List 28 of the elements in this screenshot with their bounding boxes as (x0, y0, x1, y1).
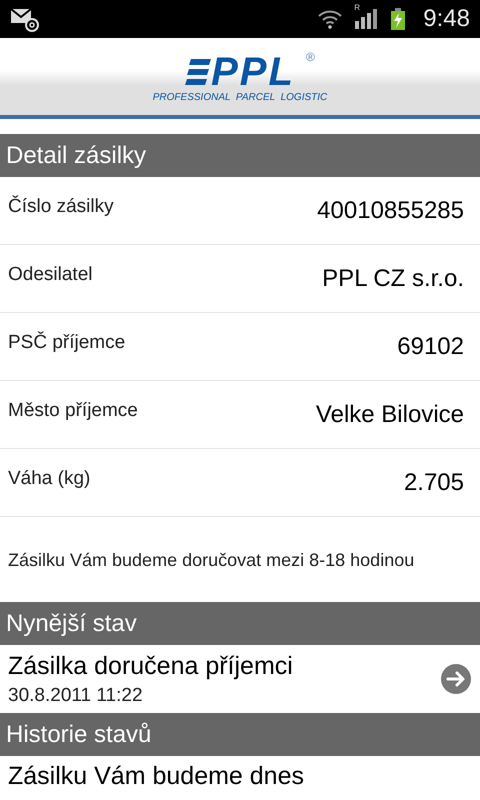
signal-icon (355, 9, 380, 29)
logo-stripes-icon (185, 58, 212, 84)
field-label: PSČ příjemce (8, 332, 126, 354)
section-header: Nynější stav (0, 602, 480, 645)
delivery-note: Zásilku Vám budeme doručovat mezi 8-18 hodinou (7, 548, 416, 572)
section-header: Detail zásilky (0, 134, 480, 177)
arrow-right-icon[interactable] (440, 663, 472, 695)
wifi-icon (317, 9, 344, 29)
field-value: 40010855285 (317, 196, 464, 224)
field-label: Odesilatel (8, 264, 92, 286)
field-value: 69102 (397, 332, 464, 360)
logo-tagline: PROFESSIONAL PARCEL LOGISTIC (152, 92, 328, 102)
field-value: PPL CZ s.r.o. (322, 264, 464, 292)
history-status: Zásilku Vám budeme dnes (8, 762, 304, 790)
clock-time: 9:48 (423, 5, 470, 33)
field-value: Velke Bilovice (316, 400, 464, 428)
section-header: Historie stavů (0, 713, 480, 756)
roaming-indicator: R (354, 3, 360, 12)
status-text: Zásilka doručena příjemci (8, 652, 294, 680)
registered-mark: ® (306, 50, 315, 64)
mail-icon (10, 6, 40, 32)
field-label: Město příjemce (8, 400, 138, 422)
battery-charging-icon (391, 8, 406, 30)
status-date: 30.8.2011 11:22 (8, 684, 144, 706)
logo-text: PPL (211, 54, 295, 90)
field-label: Číslo zásilky (8, 196, 114, 218)
field-label: Váha (kg) (8, 468, 90, 490)
field-value: 2.705 (404, 468, 464, 496)
